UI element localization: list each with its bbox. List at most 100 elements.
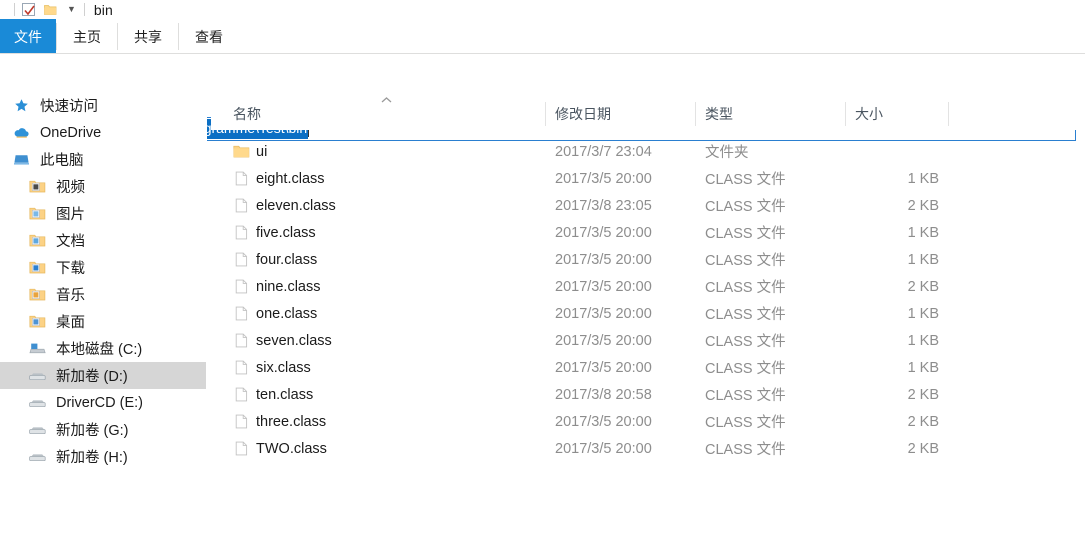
table-row[interactable]: six.class 2017/3/5 20:00 CLASS 文件 1 KB bbox=[211, 354, 1085, 381]
table-row[interactable]: nine.class 2017/3/5 20:00 CLASS 文件 2 KB bbox=[211, 273, 1085, 300]
navigation-pane[interactable]: 快速访问 OneDrive 此电脑 视频图片文档下载 音乐桌面本地磁盘 (C:) 新加卷 … bbox=[0, 92, 207, 545]
file-date-cell: 2017/3/5 20:00 bbox=[555, 359, 652, 376]
file-icon bbox=[233, 359, 250, 376]
table-row[interactable]: ui 2017/3/7 23:04 文件夹 bbox=[211, 138, 1085, 165]
sort-ascending-caret-icon bbox=[380, 96, 393, 107]
pictures-folder-icon bbox=[26, 206, 48, 221]
file-list[interactable]: ui 2017/3/7 23:04 文件夹 eight.class 2017/3/5 2… bbox=[211, 138, 1085, 478]
tab-view[interactable]: 查看 bbox=[179, 19, 239, 54]
table-row[interactable]: five.class 2017/3/5 20:00 CLASS 文件 1 KB bbox=[211, 219, 1085, 246]
file-date-cell: 2017/3/5 20:00 bbox=[555, 440, 652, 457]
file-date-cell: 2017/3/5 20:00 bbox=[555, 278, 652, 295]
file-type-cell: CLASS 文件 bbox=[705, 199, 786, 215]
system-drive-icon bbox=[26, 341, 48, 356]
checkmark-icon[interactable] bbox=[22, 3, 35, 16]
file-size-cell: 2 KB bbox=[907, 197, 939, 214]
sidebar-item-0[interactable]: 快速访问 bbox=[0, 92, 207, 119]
computer-icon bbox=[10, 152, 32, 167]
sidebar-item-label: 本地磁盘 (C:) bbox=[56, 342, 143, 358]
sidebar-item-3[interactable]: 视频 bbox=[0, 173, 207, 200]
sidebar-item-4[interactable]: 图片 bbox=[0, 200, 207, 227]
file-type-cell: CLASS 文件 bbox=[705, 307, 786, 323]
sidebar-item-label: 新加卷 (H:) bbox=[56, 450, 128, 466]
file-size-cell: 1 KB bbox=[907, 305, 939, 322]
sidebar-item-5[interactable]: 文档 bbox=[0, 227, 207, 254]
file-icon bbox=[233, 440, 250, 457]
sidebar-item-13[interactable]: 新加卷 (H:) bbox=[0, 443, 207, 470]
music-folder-icon bbox=[26, 287, 48, 302]
sidebar-item-label: 新加卷 (G:) bbox=[56, 423, 129, 439]
sidebar-item-label: 文档 bbox=[56, 234, 85, 250]
column-divider[interactable] bbox=[845, 102, 846, 126]
column-divider[interactable] bbox=[948, 102, 949, 126]
column-header-name[interactable]: 名称 bbox=[233, 98, 261, 130]
file-date-cell: 2017/3/5 20:00 bbox=[555, 332, 652, 349]
sidebar-item-label: 图片 bbox=[56, 207, 85, 223]
file-date-cell: 2017/3/5 20:00 bbox=[555, 413, 652, 430]
folder-icon bbox=[233, 143, 250, 160]
folder-icon[interactable] bbox=[44, 4, 57, 16]
file-name-cell: three.class bbox=[256, 413, 327, 430]
table-row[interactable]: eight.class 2017/3/5 20:00 CLASS 文件 1 KB bbox=[211, 165, 1085, 192]
sidebar-item-12[interactable]: 新加卷 (G:) bbox=[0, 416, 207, 443]
sidebar-item-label: 快速访问 bbox=[40, 99, 98, 115]
column-header-type[interactable]: 类型 bbox=[705, 98, 733, 130]
table-row[interactable]: ten.class 2017/3/8 20:58 CLASS 文件 2 KB bbox=[211, 381, 1085, 408]
file-icon bbox=[233, 332, 250, 349]
table-row[interactable]: one.class 2017/3/5 20:00 CLASS 文件 1 KB bbox=[211, 300, 1085, 327]
file-date-cell: 2017/3/5 20:00 bbox=[555, 251, 652, 268]
file-name-cell: ten.class bbox=[256, 386, 314, 403]
tab-share[interactable]: 共享 bbox=[118, 19, 178, 54]
file-name-cell: one.class bbox=[256, 305, 318, 322]
sidebar-item-label: 新加卷 (D:) bbox=[56, 369, 128, 385]
sidebar-item-9[interactable]: 本地磁盘 (C:) bbox=[0, 335, 207, 362]
file-type-cell: CLASS 文件 bbox=[705, 415, 786, 431]
drive-icon bbox=[26, 422, 48, 437]
file-explorer-window: ▼ bin 文件 主页 共享 查看 名称 修改日期 类型 大小 快速访问 One… bbox=[0, 0, 1085, 545]
sidebar-item-label: OneDrive bbox=[40, 124, 102, 141]
sidebar-item-7[interactable]: 音乐 bbox=[0, 281, 207, 308]
sidebar-item-label: 桌面 bbox=[56, 315, 85, 331]
sidebar-item-1[interactable]: OneDrive bbox=[0, 119, 207, 146]
file-date-cell: 2017/3/5 20:00 bbox=[555, 305, 652, 322]
file-name-cell: seven.class bbox=[256, 332, 332, 349]
pane-divider[interactable] bbox=[206, 92, 207, 545]
column-divider[interactable] bbox=[545, 102, 546, 126]
file-name-cell: TWO.class bbox=[256, 440, 327, 457]
sidebar-item-11[interactable]: DriverCD (E:) bbox=[0, 389, 207, 416]
table-row[interactable]: three.class 2017/3/5 20:00 CLASS 文件 2 KB bbox=[211, 408, 1085, 435]
file-name-cell: eight.class bbox=[256, 170, 325, 187]
drive-icon bbox=[26, 368, 48, 383]
table-row[interactable]: seven.class 2017/3/5 20:00 CLASS 文件 1 KB bbox=[211, 327, 1085, 354]
sidebar-item-6[interactable]: 下载 bbox=[0, 254, 207, 281]
column-header-row: 名称 修改日期 类型 大小 bbox=[211, 98, 1085, 130]
file-size-cell: 2 KB bbox=[907, 278, 939, 295]
downloads-folder-icon bbox=[26, 260, 48, 275]
chevron-down-icon[interactable]: ▼ bbox=[67, 5, 76, 14]
file-type-cell: CLASS 文件 bbox=[705, 280, 786, 296]
sidebar-item-8[interactable]: 桌面 bbox=[0, 308, 207, 335]
navigation-bar: D:\java programme\Test\bin bbox=[0, 54, 1085, 141]
tab-file[interactable]: 文件 bbox=[0, 19, 56, 54]
table-row[interactable]: TWO.class 2017/3/5 20:00 CLASS 文件 2 KB bbox=[211, 435, 1085, 462]
column-header-date-modified[interactable]: 修改日期 bbox=[555, 98, 611, 130]
file-icon bbox=[233, 197, 250, 214]
table-row[interactable]: eleven.class 2017/3/8 23:05 CLASS 文件 2 KB bbox=[211, 192, 1085, 219]
file-type-cell: CLASS 文件 bbox=[705, 253, 786, 269]
tab-home[interactable]: 主页 bbox=[57, 19, 117, 54]
file-icon bbox=[233, 251, 250, 268]
column-header-size[interactable]: 大小 bbox=[855, 98, 883, 130]
cloud-icon bbox=[10, 125, 32, 140]
sidebar-item-2[interactable]: 此电脑 bbox=[0, 146, 207, 173]
file-size-cell: 1 KB bbox=[907, 224, 939, 241]
file-name-cell: eleven.class bbox=[256, 197, 336, 214]
sidebar-item-10[interactable]: 新加卷 (D:) bbox=[0, 362, 207, 389]
table-row[interactable]: four.class 2017/3/5 20:00 CLASS 文件 1 KB bbox=[211, 246, 1085, 273]
file-icon bbox=[233, 413, 250, 430]
file-name-cell: five.class bbox=[256, 224, 316, 241]
column-divider[interactable] bbox=[695, 102, 696, 126]
window-title: bin bbox=[93, 1, 113, 18]
file-type-cell: CLASS 文件 bbox=[705, 334, 786, 350]
desktop-folder-icon bbox=[26, 314, 48, 329]
drive-icon bbox=[26, 449, 48, 464]
